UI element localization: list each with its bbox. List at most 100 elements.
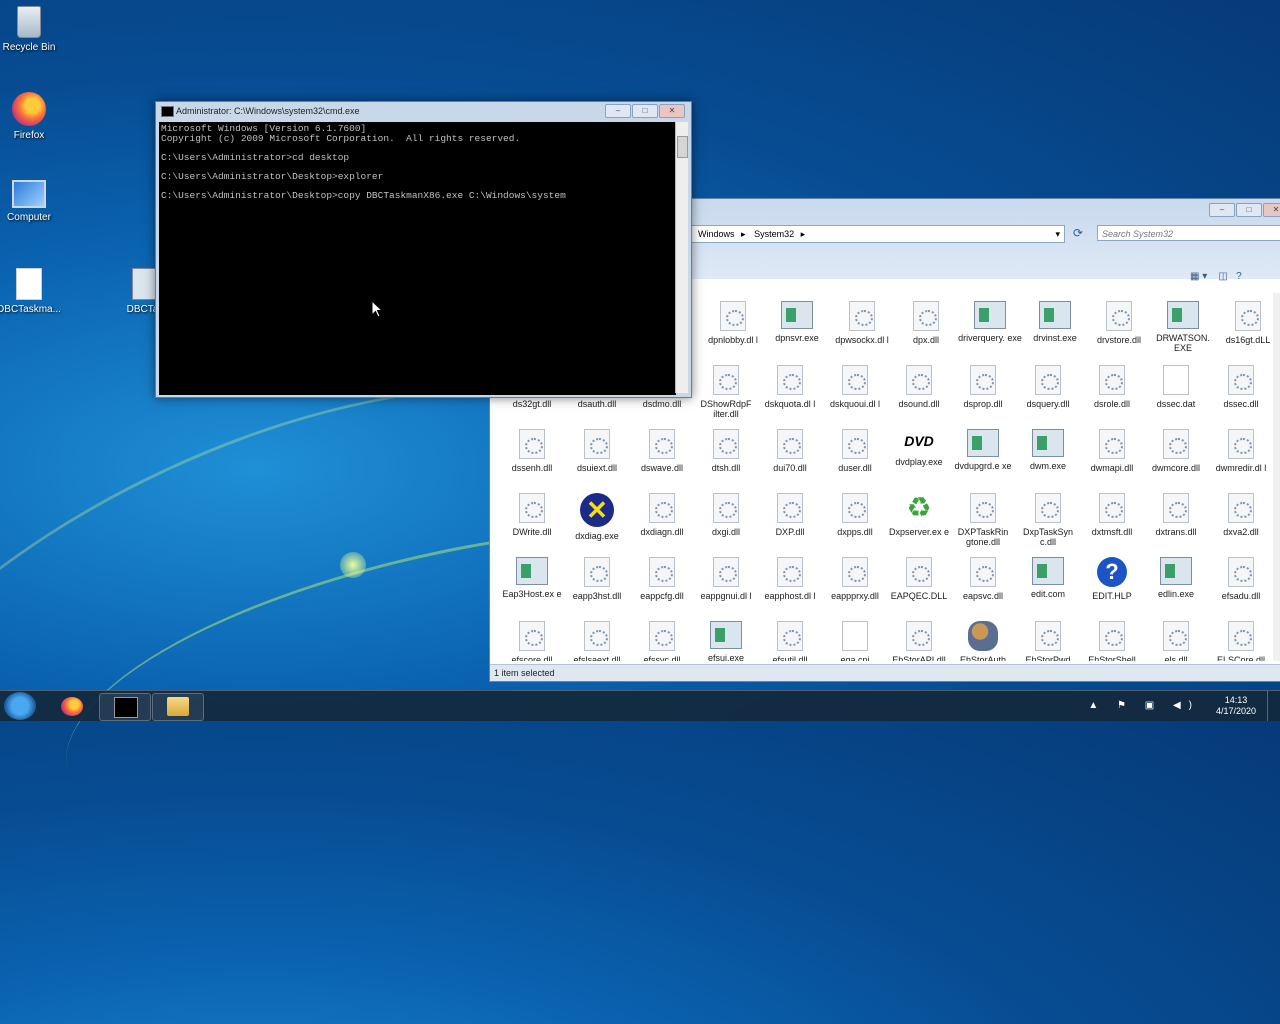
- close-button[interactable]: ✕: [659, 104, 685, 118]
- taskbar-cmd[interactable]: [99, 693, 151, 721]
- desktop-icon-recycle-bin[interactable]: Recycle Bin: [0, 6, 64, 53]
- close-button[interactable]: ✕: [1263, 203, 1280, 217]
- scrollbar[interactable]: [1273, 293, 1280, 661]
- file-item[interactable]: dxpps.dll: [823, 493, 887, 537]
- file-item[interactable]: duser.dll: [823, 429, 887, 473]
- file-item[interactable]: efsutil.dll: [758, 621, 822, 661]
- taskbar-explorer[interactable]: [152, 693, 204, 721]
- file-item[interactable]: DxpTaskSyn c.dll: [1016, 493, 1080, 547]
- file-item[interactable]: dpnlobby.dl l: [701, 301, 765, 345]
- cmd-console[interactable]: Microsoft Windows [Version 6.1.7600] Copy…: [159, 122, 676, 395]
- file-item[interactable]: EhStorAuth: [951, 621, 1015, 661]
- breadcrumb-windows[interactable]: Windows: [698, 229, 735, 239]
- file-item[interactable]: efslsaext.dll: [565, 621, 629, 661]
- file-item[interactable]: dssec.dll: [1209, 365, 1270, 409]
- system-tray[interactable]: ▲ ⚑ ▣ ◀): [1088, 700, 1200, 711]
- file-item[interactable]: dpx.dll: [894, 301, 958, 345]
- file-item[interactable]: dwmcore.dll: [1144, 429, 1208, 473]
- file-item[interactable]: dskquota.dl l: [758, 365, 822, 409]
- file-item[interactable]: dsquery.dll: [1016, 365, 1080, 409]
- minimize-button[interactable]: –: [605, 104, 631, 118]
- file-item[interactable]: dsound.dll: [887, 365, 951, 409]
- file-item[interactable]: drvstore.dll: [1087, 301, 1151, 345]
- file-item[interactable]: ✕ dxdiag.exe: [565, 493, 629, 541]
- file-item[interactable]: EhStorAPI.dll: [887, 621, 951, 661]
- file-item[interactable]: dsprop.dll: [951, 365, 1015, 409]
- desktop-icon-firefox[interactable]: Firefox: [0, 92, 64, 141]
- file-item[interactable]: dsrole.dll: [1080, 365, 1144, 409]
- file-item[interactable]: DWrite.dll: [500, 493, 564, 537]
- file-item[interactable]: ega.cpi: [823, 621, 887, 661]
- file-name: eappgnui.dl l: [700, 591, 752, 601]
- clock[interactable]: 14:13 4/17/2020: [1216, 695, 1256, 717]
- file-item[interactable]: DShowRdpF ilter.dll: [694, 365, 758, 419]
- file-item[interactable]: eappprxy.dll: [823, 557, 887, 601]
- file-item[interactable]: DRWATSON. EXE: [1151, 301, 1215, 353]
- file-item[interactable]: dssenh.dll: [500, 429, 564, 473]
- search-input[interactable]: Search System32: [1097, 225, 1280, 241]
- show-desktop-button[interactable]: [1267, 691, 1280, 721]
- view-options[interactable]: ▦ ▾ ◫ ?: [1190, 271, 1242, 282]
- file-item[interactable]: dswave.dll: [630, 429, 694, 473]
- file-item[interactable]: eapsvc.dll: [951, 557, 1015, 601]
- file-item[interactable]: efscore.dll: [500, 621, 564, 661]
- console-line: C:\Users\Administrator\Desktop>copy DBCT…: [161, 190, 566, 202]
- file-item[interactable]: Eap3Host.ex e: [500, 557, 564, 599]
- file-item[interactable]: eapp3hst.dll: [565, 557, 629, 601]
- file-item[interactable]: efsadu.dll: [1209, 557, 1270, 601]
- firefox-icon: [61, 697, 83, 716]
- file-item[interactable]: eappcfg.dll: [630, 557, 694, 601]
- file-item[interactable]: efssvc.dll: [630, 621, 694, 661]
- dll-file-icon: [970, 493, 996, 523]
- file-item[interactable]: EhStorShell: [1080, 621, 1144, 661]
- file-item[interactable]: EAPQEC.DLL: [887, 557, 951, 601]
- file-item[interactable]: DVD dvdplay.exe: [887, 429, 951, 467]
- file-item[interactable]: dxva2.dll: [1209, 493, 1270, 537]
- maximize-button[interactable]: □: [632, 104, 658, 118]
- file-item[interactable]: ♻ Dxpserver.ex e: [887, 493, 951, 538]
- file-item[interactable]: els.dll: [1144, 621, 1208, 661]
- cmd-titlebar[interactable]: Administrator: C:\Windows\system32\cmd.e…: [156, 102, 691, 120]
- file-item[interactable]: dvdupgrd.e xe: [951, 429, 1015, 471]
- file-item[interactable]: dpwsockx.dl l: [830, 301, 894, 345]
- file-item[interactable]: dtsh.dll: [694, 429, 758, 473]
- file-item[interactable]: drvinst.exe: [1023, 301, 1087, 343]
- file-item[interactable]: ELSCore.dll: [1209, 621, 1270, 661]
- desktop-icon-computer[interactable]: Computer: [0, 180, 64, 223]
- file-item[interactable]: dwm.exe: [1016, 429, 1080, 471]
- cmd-window[interactable]: Administrator: C:\Windows\system32\cmd.e…: [155, 101, 692, 398]
- file-item[interactable]: eappgnui.dl l: [694, 557, 758, 601]
- address-bar[interactable]: Windows ▸ System32 ▸ ▾: [691, 225, 1065, 243]
- file-item[interactable]: dxdiagn.dll: [630, 493, 694, 537]
- file-item[interactable]: dwmapi.dll: [1080, 429, 1144, 473]
- chevron-down-icon[interactable]: ▾: [1055, 226, 1060, 242]
- file-item[interactable]: ds16gt.dLL: [1216, 301, 1270, 345]
- start-button[interactable]: [4, 692, 36, 720]
- file-item[interactable]: EhStorPwd: [1016, 621, 1080, 661]
- file-item[interactable]: driverquery. exe: [958, 301, 1022, 343]
- file-item[interactable]: efsui.exe: [694, 621, 758, 661]
- file-item[interactable]: dxtmsft.dll: [1080, 493, 1144, 537]
- scrollbar-thumb[interactable]: [677, 136, 688, 158]
- desktop-icon-dbctaskman[interactable]: DBCTaskma...: [0, 268, 64, 315]
- minimize-button[interactable]: –: [1209, 203, 1235, 217]
- file-item[interactable]: dpnsvr.exe: [765, 301, 829, 343]
- refresh-icon[interactable]: ⟳: [1070, 225, 1086, 241]
- file-item[interactable]: edlin.exe: [1144, 557, 1208, 599]
- file-item[interactable]: dui70.dll: [758, 429, 822, 473]
- maximize-button[interactable]: □: [1236, 203, 1262, 217]
- file-item[interactable]: edit.com: [1016, 557, 1080, 599]
- breadcrumb-system32[interactable]: System32: [754, 229, 794, 239]
- file-item[interactable]: eapphost.dl l: [758, 557, 822, 601]
- file-item[interactable]: DXP.dll: [758, 493, 822, 537]
- file-item[interactable]: dsuiext.dll: [565, 429, 629, 473]
- taskbar-firefox[interactable]: [46, 693, 98, 721]
- file-item[interactable]: dxgi.dll: [694, 493, 758, 537]
- file-item[interactable]: DXPTaskRin gtone.dll: [951, 493, 1015, 547]
- scrollbar[interactable]: [675, 122, 688, 393]
- file-item[interactable]: ? EDIT.HLP: [1080, 557, 1144, 601]
- file-item[interactable]: dssec.dat: [1144, 365, 1208, 409]
- file-item[interactable]: dskquoui.dl l: [823, 365, 887, 409]
- file-item[interactable]: dwmredir.dl l: [1209, 429, 1270, 473]
- file-item[interactable]: dxtrans.dll: [1144, 493, 1208, 537]
